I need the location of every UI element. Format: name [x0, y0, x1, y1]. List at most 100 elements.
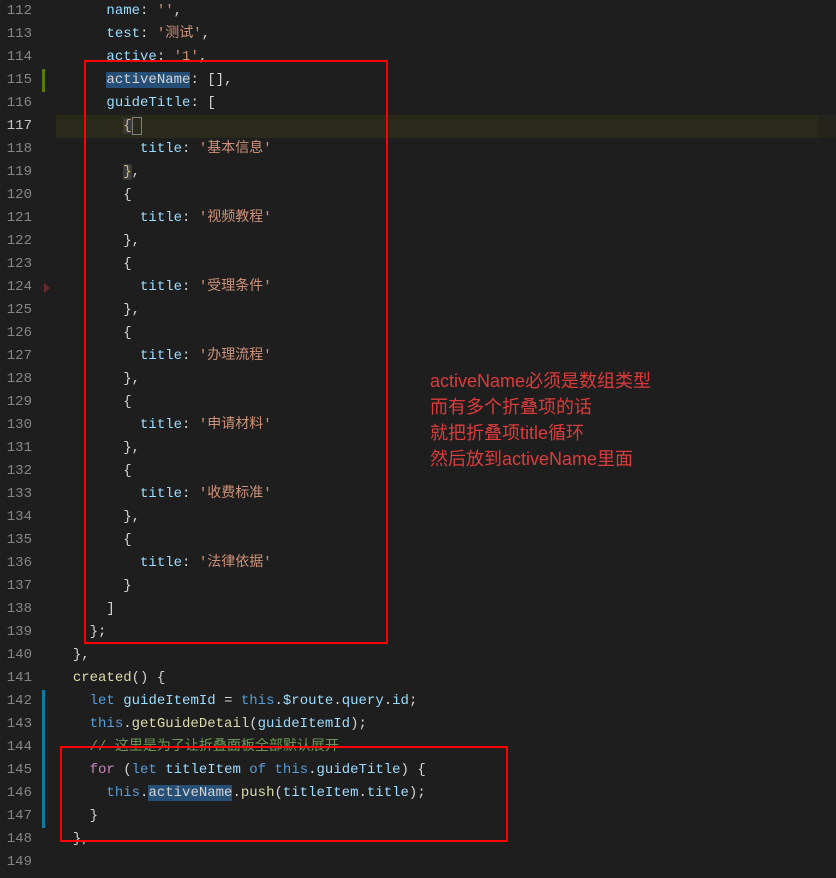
code-line[interactable]: } [56, 805, 836, 828]
code-line[interactable]: title: '收费标准' [56, 483, 836, 506]
code-line[interactable]: created() { [56, 667, 836, 690]
code-line[interactable]: }, [56, 368, 836, 391]
code-line[interactable]: { [56, 253, 836, 276]
this-keyword: this [90, 716, 124, 732]
line-number[interactable]: 121 [0, 207, 32, 230]
code-line[interactable]: name: '', [56, 0, 836, 23]
code-line[interactable]: { [56, 460, 836, 483]
code-line[interactable]: title: '申请材料' [56, 414, 836, 437]
code-line[interactable]: active: '1', [56, 46, 836, 69]
line-number[interactable]: 139 [0, 621, 32, 644]
code-line[interactable]: } [56, 575, 836, 598]
line-number[interactable]: 118 [0, 138, 32, 161]
line-number[interactable]: 140 [0, 644, 32, 667]
code-line[interactable]: title: '基本信息' [56, 138, 836, 161]
code-line[interactable]: guideTitle: [ [56, 92, 836, 115]
property-key: test [106, 26, 140, 42]
line-number[interactable]: 115 [0, 69, 32, 92]
keyword: let [90, 693, 115, 709]
code-line[interactable]: // 这里是为了让折叠面板全部默认展开 [56, 736, 836, 759]
line-number[interactable]: 125 [0, 299, 32, 322]
line-number[interactable]: 123 [0, 253, 32, 276]
property-key: guideTitle [106, 95, 190, 111]
code-line[interactable]: this.getGuideDetail(guideItemId); [56, 713, 836, 736]
line-number[interactable]: 127 [0, 345, 32, 368]
string-literal: '收费标准' [199, 486, 272, 502]
property: query [342, 693, 384, 709]
git-modified-marker [42, 69, 45, 92]
property: id [392, 693, 409, 709]
line-number[interactable]: 131 [0, 437, 32, 460]
line-number-gutter[interactable]: 112 113 114 115 116 117 118 119 120 121 … [0, 0, 42, 878]
line-number[interactable]: 117 [0, 115, 32, 138]
code-line[interactable]: }, [56, 299, 836, 322]
line-number[interactable]: 130 [0, 414, 32, 437]
line-number[interactable]: 129 [0, 391, 32, 414]
string-literal: '1' [174, 49, 199, 65]
minimap[interactable] [818, 0, 836, 878]
string-literal: '法律依据' [199, 555, 272, 571]
property-key: title [140, 417, 182, 433]
line-number[interactable]: 144 [0, 736, 32, 759]
line-number[interactable]: 145 [0, 759, 32, 782]
line-number[interactable]: 124 [0, 276, 32, 299]
line-number[interactable]: 126 [0, 322, 32, 345]
code-line[interactable]: { [56, 184, 836, 207]
code-line[interactable]: title: '办理流程' [56, 345, 836, 368]
code-line[interactable]: { [56, 529, 836, 552]
code-line[interactable]: title: '视频教程' [56, 207, 836, 230]
code-line[interactable]: }, [56, 644, 836, 667]
code-editor[interactable]: 112 113 114 115 116 117 118 119 120 121 … [0, 0, 836, 878]
code-line[interactable]: { [56, 322, 836, 345]
property-key: title [140, 555, 182, 571]
line-number[interactable]: 116 [0, 92, 32, 115]
line-number[interactable]: 119 [0, 161, 32, 184]
line-number[interactable]: 146 [0, 782, 32, 805]
line-number[interactable]: 133 [0, 483, 32, 506]
line-number[interactable]: 147 [0, 805, 32, 828]
code-line[interactable]: }, [56, 506, 836, 529]
line-number[interactable]: 113 [0, 23, 32, 46]
argument: titleItem [283, 785, 359, 801]
method-call: getGuideDetail [132, 716, 250, 732]
property: guideTitle [317, 762, 401, 778]
line-number[interactable]: 132 [0, 460, 32, 483]
line-number[interactable]: 149 [0, 851, 32, 874]
line-number[interactable]: 135 [0, 529, 32, 552]
code-line[interactable]: }, [56, 437, 836, 460]
code-line[interactable]: }, [56, 230, 836, 253]
line-number[interactable]: 143 [0, 713, 32, 736]
line-number[interactable]: 148 [0, 828, 32, 851]
line-number[interactable]: 138 [0, 598, 32, 621]
line-number[interactable]: 114 [0, 46, 32, 69]
code-line[interactable]: this.activeName.push(titleItem.title); [56, 782, 836, 805]
code-line[interactable]: let guideItemId = this.$route.query.id; [56, 690, 836, 713]
code-line[interactable]: }, [56, 828, 836, 851]
line-number[interactable]: 142 [0, 690, 32, 713]
code-line[interactable] [56, 851, 836, 874]
code-line[interactable]: { [56, 115, 836, 138]
code-line[interactable]: }; [56, 621, 836, 644]
line-number[interactable]: 136 [0, 552, 32, 575]
line-number[interactable]: 112 [0, 0, 32, 23]
code-line[interactable]: { [56, 391, 836, 414]
string-literal: '测试' [157, 26, 202, 42]
line-number[interactable]: 122 [0, 230, 32, 253]
text-cursor [132, 117, 142, 135]
code-line[interactable]: title: '法律依据' [56, 552, 836, 575]
function-name: created [73, 670, 132, 686]
code-line[interactable]: ] [56, 598, 836, 621]
line-number[interactable]: 128 [0, 368, 32, 391]
code-line[interactable]: title: '受理条件' [56, 276, 836, 299]
line-number[interactable]: 137 [0, 575, 32, 598]
code-line[interactable]: }, [56, 161, 836, 184]
code-line[interactable]: test: '测试', [56, 23, 836, 46]
string-literal: '视频教程' [199, 210, 272, 226]
code-line[interactable]: for (let titleItem of this.guideTitle) { [56, 759, 836, 782]
line-number[interactable]: 141 [0, 667, 32, 690]
code-line[interactable]: activeName: [], [56, 69, 836, 92]
array-literal: [] [207, 72, 224, 88]
line-number[interactable]: 120 [0, 184, 32, 207]
code-area[interactable]: name: '', test: '测试', active: '1', activ… [48, 0, 836, 878]
line-number[interactable]: 134 [0, 506, 32, 529]
